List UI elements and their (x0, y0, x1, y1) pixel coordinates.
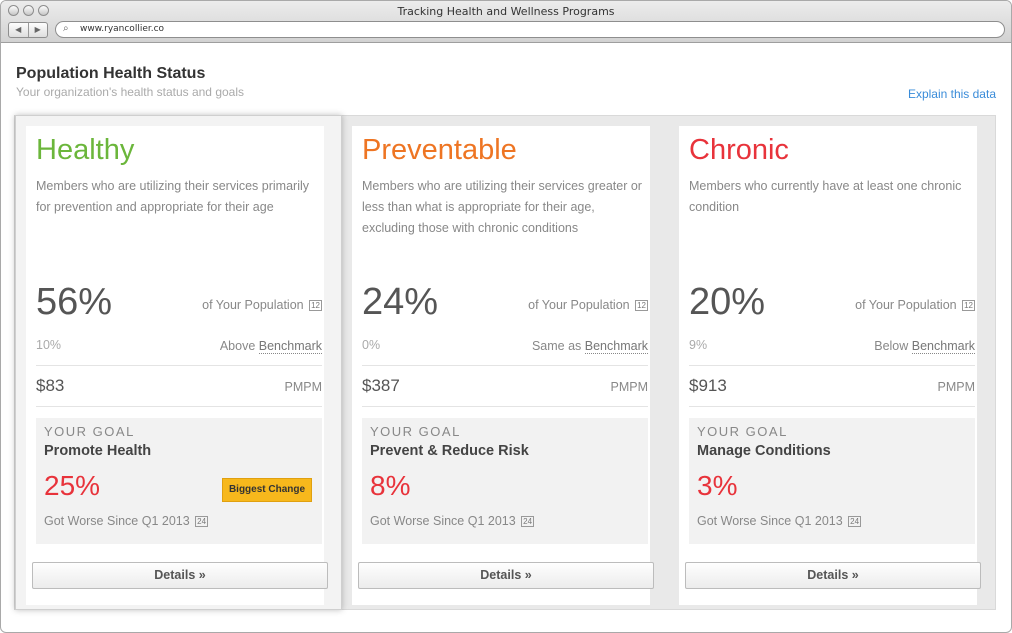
goal-percent: 3% (697, 470, 738, 501)
goal-box: YOUR GOAL Manage Conditions 3% Got Worse… (689, 418, 975, 544)
population-label: of Your Population 12 (528, 298, 648, 312)
page-title: Population Health Status (16, 65, 206, 82)
forward-arrow-icon[interactable]: ▶ (29, 23, 48, 37)
nav-buttons: ◀ ▶ (8, 22, 48, 38)
divider (362, 406, 648, 407)
pmpm-label: PMPM (610, 380, 649, 394)
category-title: Chronic (689, 134, 789, 166)
benchmark-link[interactable]: Benchmark (258, 339, 322, 354)
goal-name: Prevent & Reduce Risk (370, 443, 529, 459)
benchmark-link[interactable]: Benchmark (584, 339, 648, 354)
category-description: Members who are utilizing their services… (36, 179, 309, 214)
divider (362, 365, 648, 366)
calendar-icon[interactable]: 12 (962, 300, 975, 311)
goal-status: Got Worse Since Q1 2013 24 (697, 514, 862, 528)
goal-kicker: YOUR GOAL (44, 424, 135, 439)
population-label: of Your Population 12 (855, 298, 975, 312)
details-button[interactable]: Details » (358, 562, 654, 589)
title-bar: Tracking Health and Wellness Programs ◀ … (1, 1, 1011, 43)
benchmark-comparison: Above Benchmark (219, 339, 322, 354)
url-text[interactable]: www.ryancollier.co (80, 24, 164, 34)
explain-data-link[interactable]: Explain this data (908, 87, 996, 101)
population-label: of Your Population 12 (202, 298, 322, 312)
calendar-icon[interactable]: 12 (635, 300, 648, 311)
benchmark-comparison: Same as Benchmark (531, 339, 648, 354)
card-preventable: Preventable Members who are utilizing th… (352, 126, 654, 605)
benchmark-value: 0% (362, 338, 381, 352)
pmpm-value: $83 (36, 376, 65, 395)
category-title: Preventable (362, 134, 517, 166)
calendar-icon[interactable]: 24 (521, 516, 535, 527)
back-arrow-icon[interactable]: ◀ (9, 23, 29, 37)
population-percent: 20% (689, 281, 766, 323)
details-button[interactable]: Details » (685, 562, 981, 589)
benchmark-value: 9% (689, 338, 708, 352)
search-icon: ⌕ (63, 23, 69, 34)
pmpm-label: PMPM (284, 380, 323, 394)
goal-percent: 25% (44, 470, 101, 501)
divider (36, 365, 322, 366)
details-button[interactable]: Details » (32, 562, 328, 589)
category-title: Healthy (36, 134, 135, 166)
goal-status: Got Worse Since Q1 2013 24 (44, 514, 209, 528)
pmpm-label: PMPM (937, 380, 976, 394)
calendar-icon[interactable]: 24 (848, 516, 862, 527)
pmpm-value: $913 (689, 376, 727, 395)
category-description: Members who are utilizing their services… (362, 179, 642, 235)
goal-box: YOUR GOAL Prevent & Reduce Risk 8% Got W… (362, 418, 648, 544)
divider (689, 406, 975, 407)
benchmark-value: 10% (36, 338, 62, 352)
goal-box: YOUR GOAL Promote Health 25% Biggest Cha… (36, 418, 322, 544)
address-bar[interactable]: ⌕ www.ryancollier.co (55, 21, 1005, 38)
divider (689, 365, 975, 366)
divider (36, 406, 322, 407)
page-subtitle: Your organization's health status and go… (16, 85, 245, 99)
card-healthy: Healthy Members who are utilizing their … (26, 126, 328, 605)
window-title: Tracking Health and Wellness Programs (397, 5, 615, 18)
calendar-icon[interactable]: 24 (195, 516, 209, 527)
pmpm-value: $387 (362, 376, 400, 395)
goal-name: Promote Health (44, 443, 152, 459)
goal-kicker: YOUR GOAL (370, 424, 461, 439)
population-percent: 56% (36, 281, 113, 323)
biggest-change-badge: Biggest Change (222, 478, 312, 502)
goal-status: Got Worse Since Q1 2013 24 (370, 514, 535, 528)
goal-name: Manage Conditions (697, 443, 831, 459)
card-chronic: Chronic Members who currently have at le… (679, 126, 981, 605)
goal-kicker: YOUR GOAL (697, 424, 788, 439)
goal-percent: 8% (370, 470, 411, 501)
benchmark-comparison: Below Benchmark (874, 339, 975, 354)
benchmark-link[interactable]: Benchmark (911, 339, 975, 354)
category-description: Members who currently have at least one … (689, 179, 962, 214)
calendar-icon[interactable]: 12 (309, 300, 322, 311)
population-percent: 24% (362, 281, 439, 323)
